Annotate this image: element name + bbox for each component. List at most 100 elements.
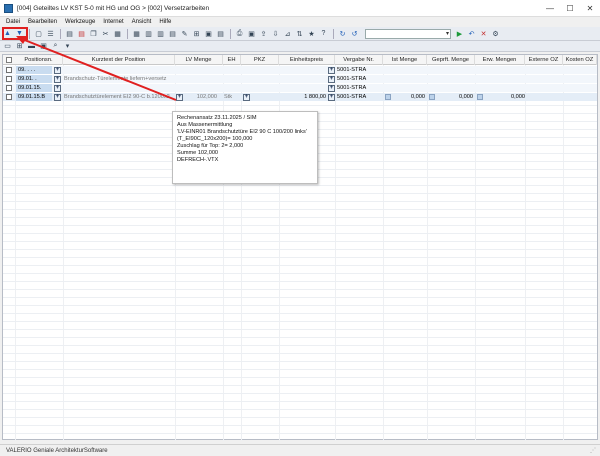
menu-hilfe[interactable]: Hilfe (159, 19, 171, 25)
rechenansatz-plus-icon[interactable]: + (176, 93, 183, 101)
col-kosten-oz[interactable]: Kosten OZ (563, 55, 597, 65)
document-icon[interactable]: ▭ (2, 41, 13, 52)
sort-icon[interactable]: ⇅ (294, 28, 305, 39)
row-gepr: 0,000 (459, 94, 473, 100)
folder-icon[interactable]: ▬ (26, 41, 37, 52)
list-icon[interactable]: ☰ (45, 28, 56, 39)
options-icon[interactable]: ▾ (62, 41, 73, 52)
table-row[interactable]: 09.01. . + Brandschutz-Türelemente liefe… (3, 75, 597, 83)
toolbar-separator (127, 28, 128, 39)
row-vergabe: 5001-STRA (337, 76, 367, 82)
col-position[interactable]: Positionsn. (15, 55, 63, 65)
table-row[interactable]: 09.01.15. + + 5001-STRA (3, 84, 597, 92)
minimize-button[interactable]: — (540, 0, 560, 17)
col-short-text[interactable]: Kurztext der Position (63, 55, 175, 65)
col-eh[interactable]: EH (223, 55, 241, 65)
maximize-button[interactable]: ☐ (560, 0, 580, 17)
title-bar: [004] Geteiltes LV KST 5-0 mit HG und OG… (0, 0, 600, 17)
col-lv-menge[interactable]: LV Menge (175, 55, 223, 65)
row-position: 09.01.15. (16, 84, 52, 92)
import-icon[interactable]: ⇩ (270, 28, 281, 39)
tooltip-line: Summe 102,000 (177, 150, 219, 156)
menu-bearbeiten[interactable]: Bearbeiten (28, 19, 57, 25)
columns-icon[interactable]: ▥ (155, 28, 166, 39)
gepr-menge-icon[interactable] (429, 94, 435, 100)
play-icon[interactable]: ▶ (454, 28, 465, 39)
menu-werkzeuge[interactable]: Werkzeuge (65, 19, 95, 25)
properties-icon[interactable]: ▤ (215, 28, 226, 39)
col-gepr-menge[interactable]: Geprft. Menge (427, 55, 475, 65)
row-checkbox[interactable] (6, 94, 12, 100)
menu-ansicht[interactable]: Ansicht (132, 19, 152, 25)
vergabe-plus-icon[interactable]: + (328, 75, 335, 83)
save-icon[interactable]: ▣ (246, 28, 257, 39)
row-checkbox[interactable] (6, 76, 12, 82)
col-vergabe-nr[interactable]: Vergabe Nr. (335, 55, 383, 65)
vergabe-plus-icon[interactable]: + (328, 84, 335, 92)
row-einheitspreis: 1 800,00 (304, 94, 326, 100)
grid-icon[interactable]: ▦ (131, 28, 142, 39)
col-pkz[interactable]: PKZ (241, 55, 279, 65)
grid-header: Positionsn. Kurztext der Position LV Men… (3, 55, 597, 65)
edit-icon[interactable]: ✎ (179, 28, 190, 39)
refresh-icon[interactable]: ↻ (337, 28, 348, 39)
row-checkbox[interactable] (6, 85, 12, 91)
tooltip-line: 'LV-EINR01 Brandschutztüre EI2 90 C 100/… (177, 129, 307, 135)
table-row-selected[interactable]: 09.01.15.B + Brandschutztürelement EI2 9… (3, 93, 597, 101)
col-ist-menge[interactable]: Ist Menge (383, 55, 427, 65)
cancel-icon[interactable]: ✕ (478, 28, 489, 39)
col-einheitspreis[interactable]: Einheitspreis (279, 55, 335, 65)
table-row[interactable]: 09. . . . + + 5001-STRA (3, 66, 597, 74)
row-eh: Stk (224, 94, 233, 100)
export-icon[interactable]: ⇪ (258, 28, 269, 39)
cut-icon[interactable]: ✂ (100, 28, 111, 39)
select-all-checkbox[interactable] (6, 57, 12, 63)
print-icon[interactable]: ⎙ (234, 28, 245, 39)
vergabe-plus-icon[interactable]: + (328, 66, 335, 74)
insert-row-icon[interactable]: ▤ (64, 28, 75, 39)
sync-icon[interactable]: ↺ (349, 28, 360, 39)
ruler-icon[interactable]: ⊞ (191, 28, 202, 39)
toolbar-combo[interactable]: ▾ (365, 28, 451, 39)
toolbar-separator (230, 28, 231, 39)
row-position: 09. . . . (16, 66, 52, 74)
rows-icon[interactable]: ▤ (167, 28, 178, 39)
undo-icon[interactable]: ↶ (466, 28, 477, 39)
search-icon[interactable]: ⌕ (50, 41, 61, 52)
col-externe-oz[interactable]: Externe OZ (525, 55, 563, 65)
delete-row-icon[interactable]: ▤ (76, 28, 87, 39)
filter-icon[interactable]: ⊿ (282, 28, 293, 39)
resize-grip-icon[interactable]: ⋰ (590, 447, 598, 455)
table-icon[interactable]: ▥ (143, 28, 154, 39)
menu-internet[interactable]: Internet (103, 19, 123, 25)
calculator-icon[interactable]: ▣ (203, 28, 214, 39)
tree-icon[interactable]: ⊞ (14, 41, 25, 52)
pkz-plus-icon[interactable]: + (243, 93, 250, 101)
chevron-down-icon: ▾ (445, 30, 449, 37)
close-button[interactable]: ✕ (580, 0, 600, 17)
menu-bar: Datei Bearbeiten Werkzeuge Internet Ansi… (0, 17, 600, 27)
highlight-box (2, 27, 28, 40)
tooltip-line: Rechenansatz 23.11.2025 / SIM (177, 115, 257, 121)
settings-icon[interactable]: ⚙ (490, 28, 501, 39)
help-icon[interactable]: ? (318, 28, 329, 39)
star-icon[interactable]: ★ (306, 28, 317, 39)
erw-menge-icon[interactable] (477, 94, 483, 100)
col-erw-mengen[interactable]: Erw. Mengen (475, 55, 525, 65)
toolbar-separator (29, 28, 30, 39)
expand-icon[interactable]: + (54, 75, 61, 83)
expand-icon[interactable]: + (54, 84, 61, 92)
new-icon[interactable]: ▢ (33, 28, 44, 39)
vergabe-plus-icon[interactable]: + (328, 93, 335, 101)
expand-icon[interactable]: + (54, 66, 61, 74)
ist-menge-icon[interactable] (385, 94, 391, 100)
paste-icon[interactable]: ▦ (112, 28, 123, 39)
expand-icon[interactable]: + (54, 93, 61, 101)
copy-icon[interactable]: ❐ (88, 28, 99, 39)
tooltip-line: Zuschlag für Top: 2= 2,000 (177, 143, 244, 149)
row-checkbox[interactable] (6, 67, 12, 73)
image-icon[interactable]: ▣ (38, 41, 49, 52)
status-bar: VALERIO Geniale ArchitekturSoftware ⋰ (0, 444, 600, 456)
menu-datei[interactable]: Datei (6, 19, 20, 25)
row-vergabe: 5001-STRA (337, 85, 367, 91)
